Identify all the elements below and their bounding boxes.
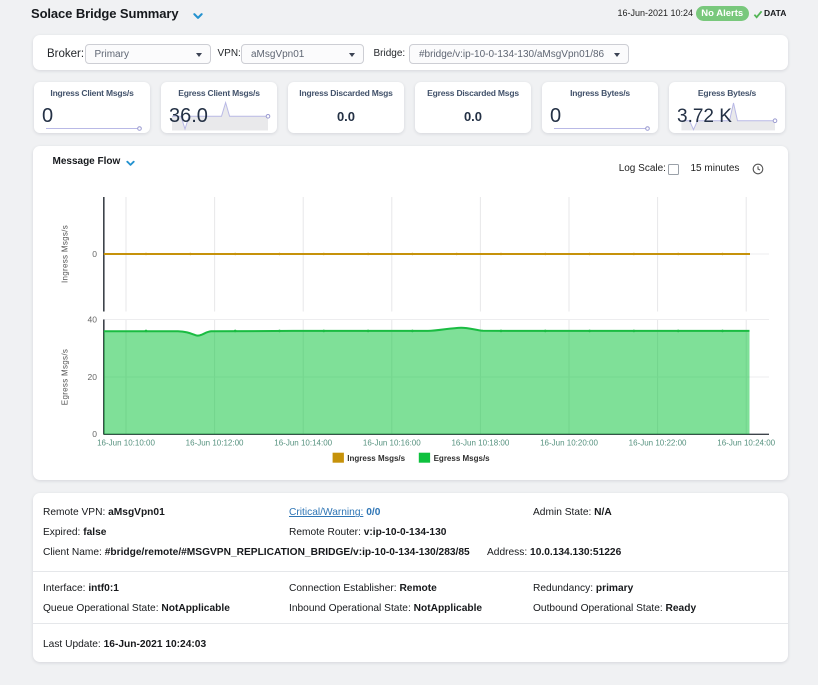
svg-text:16-Jun 10:24:00: 16-Jun 10:24:00	[717, 439, 775, 448]
svg-text:Egress Msgs/s: Egress Msgs/s	[61, 349, 70, 405]
svg-text:16-Jun 10:20:00: 16-Jun 10:20:00	[540, 439, 598, 448]
svg-text:16-Jun 10:22:00: 16-Jun 10:22:00	[629, 439, 687, 448]
svg-text:16-Jun 10:10:00: 16-Jun 10:10:00	[97, 439, 155, 448]
svg-text:Ingress Msgs/s: Ingress Msgs/s	[347, 454, 405, 463]
svg-text:Egress Msgs/s: Egress Msgs/s	[434, 454, 491, 463]
svg-text:0: 0	[92, 249, 97, 259]
svg-text:0: 0	[92, 429, 97, 439]
svg-text:16-Jun 10:14:00: 16-Jun 10:14:00	[274, 439, 332, 448]
svg-text:40: 40	[88, 315, 98, 325]
svg-text:20: 20	[88, 372, 98, 382]
svg-text:16-Jun 10:18:00: 16-Jun 10:18:00	[451, 439, 509, 448]
svg-text:16-Jun 10:16:00: 16-Jun 10:16:00	[363, 439, 421, 448]
svg-text:Ingress Msgs/s: Ingress Msgs/s	[61, 225, 70, 283]
svg-text:16-Jun 10:12:00: 16-Jun 10:12:00	[186, 439, 244, 448]
